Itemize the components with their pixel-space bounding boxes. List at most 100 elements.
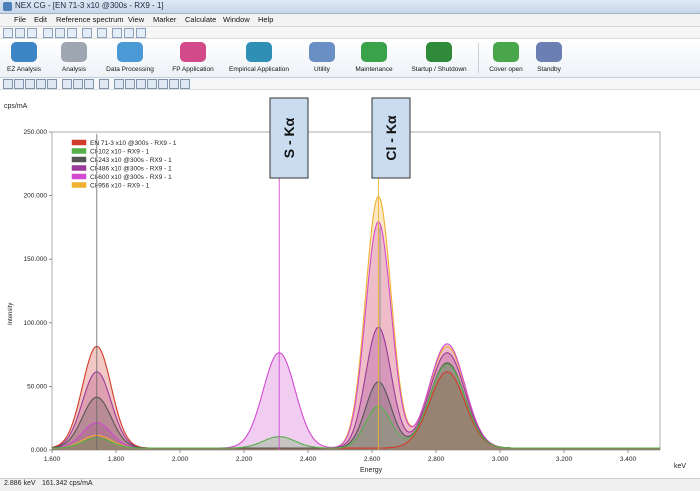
standby-label: Standby [537,66,561,73]
overlay-icon[interactable] [36,79,46,89]
save-icon[interactable] [27,28,37,38]
paste-icon[interactable] [67,28,77,38]
window-icon[interactable] [112,28,122,38]
menu-view[interactable]: View [128,15,144,24]
menu-bar: File Edit Reference spectrum View Marker… [0,14,700,27]
chart-type-icon[interactable] [62,79,72,89]
check-icon[interactable] [47,79,57,89]
legend-entry-5: Cl-956 x10 - RX9 - 1 [90,183,150,190]
legend-swatch-5 [71,182,87,188]
analysis-button[interactable]: Analysis [54,40,94,76]
log-icon[interactable] [158,79,168,89]
zoom-in-icon[interactable] [114,79,124,89]
utility-label: Utility [314,66,330,73]
empirical-application-button[interactable]: Empirical Application [222,40,296,76]
y-tick-label: 150.000 [24,256,48,263]
menu-file[interactable]: File [14,15,26,24]
cl-ka-label: Cl - Kα [383,115,399,161]
startup-shutdown-button[interactable]: Startup / Shutdown [404,40,474,76]
scale-icon[interactable] [147,79,157,89]
cl-ka-annotation: Cl - Kα [371,97,411,179]
data-processing-icon [117,42,143,62]
add-marker-icon[interactable] [3,79,13,89]
status-intensity: 161.342 cps/mA [42,480,93,487]
table-icon[interactable] [99,79,109,89]
legend-entry-0: EN 71-3 x10 @300s - RX9 - 1 [90,140,177,147]
x-tick-label: 3.400 [620,456,637,463]
legend-entry-3: Cl-486 x10 @300s - RX9 - 1 [90,166,172,173]
y-tick-label: 250.000 [24,129,48,136]
y-tick-label: 50.000 [27,383,47,390]
standby-button[interactable]: Standby [530,40,568,76]
s-ka-annotation: S - Kα [269,97,309,179]
x-tick-label: 2.400 [300,456,317,463]
ez-analysis-icon [11,42,37,62]
menu-reference-spectrum[interactable]: Reference spectrum [56,15,124,24]
menu-edit[interactable]: Edit [34,15,47,24]
cut-icon[interactable] [43,28,53,38]
new-icon[interactable] [3,28,13,38]
y-tick-label: 0.000 [31,447,48,454]
x-tick-label: 2.800 [428,456,445,463]
legend-swatch-3 [71,165,87,171]
menu-calculate[interactable]: Calculate [185,15,216,24]
x-tick-label: 2.200 [236,456,253,463]
status-bar: 2.886 keV 161.342 cps/mA [0,478,700,491]
menu-marker[interactable]: Marker [153,15,176,24]
zoom-out-icon[interactable] [125,79,135,89]
peak-icon[interactable] [14,79,24,89]
data-processing-button[interactable]: Data Processing [100,40,160,76]
maintenance-button[interactable]: Maintenance [348,40,400,76]
window-title: NEX CG - [EN 71-3 x10 @300s - RX9 - 1] [15,1,164,10]
menu-help[interactable]: Help [258,15,273,24]
maintenance-icon [361,42,387,62]
cover-open-label: Cover open [489,66,523,73]
utility-button[interactable]: Utility [300,40,344,76]
cover-open-button[interactable]: Cover open [484,40,528,76]
ez-analysis-button[interactable]: EZ Analysis [2,40,46,76]
ez-analysis-label: EZ Analysis [7,66,41,73]
utility-icon [309,42,335,62]
legend-swatch-2 [71,156,87,163]
legend-swatch-4 [71,173,87,180]
spectrum-chart[interactable]: 0.000 50.000 100.000 150.000 200.000 250.000 1… [0,90,700,478]
legend-entry-4: Cl-600 x10 @300s - RX9 - 1 [90,174,172,181]
spectrum-icon[interactable] [25,79,35,89]
fp-application-button[interactable]: FP Application [164,40,222,76]
x-axis-label: Energy [360,467,383,474]
status-energy: 2.886 keV [4,480,36,487]
y-unit-label: cps/mA [4,103,28,110]
print-icon[interactable] [82,28,92,38]
cascade-icon[interactable] [136,28,146,38]
fp-application-icon [180,42,206,62]
maintenance-label: Maintenance [355,66,393,73]
bar-chart-icon[interactable] [73,79,83,89]
legend-entry-1: Cl-102 x10 - RX9 - 1 [90,149,150,156]
legend-entry-2: Cl-243 x10 @300s - RX9 - 1 [90,157,172,164]
export-icon[interactable] [169,79,179,89]
menu-window[interactable]: Window [223,15,250,24]
y-tick-label: 100.000 [24,320,48,327]
standby-icon [536,42,562,62]
line-chart-icon[interactable] [84,79,94,89]
tile-icon[interactable] [124,28,134,38]
startup-shutdown-icon [426,42,452,62]
y-axis-label: Intensity [8,303,14,325]
help-icon[interactable] [97,28,107,38]
fit-icon[interactable] [136,79,146,89]
x-tick-label: 2.000 [172,456,189,463]
application-window: NEX CG - [EN 71-3 x10 @300s - RX9 - 1] F… [0,0,700,491]
ribbon-separator [478,43,479,73]
empirical-application-label: Empirical Application [229,66,289,73]
analysis-icon [61,42,87,62]
spectrum-chart-panel[interactable]: 0.000 50.000 100.000 150.000 200.000 250.000 1… [0,90,700,480]
analysis-label: Analysis [61,66,87,73]
fp-application-label: FP Application [172,66,214,73]
ribbon-toolbar: EZ Analysis Analysis Data Processing FP … [0,39,700,78]
print-chart-icon[interactable] [180,79,190,89]
x-tick-label: 1.600 [44,456,61,463]
copy-icon[interactable] [55,28,65,38]
app-icon [3,2,12,11]
open-icon[interactable] [15,28,25,38]
y-tick-label: 200.000 [24,193,48,200]
